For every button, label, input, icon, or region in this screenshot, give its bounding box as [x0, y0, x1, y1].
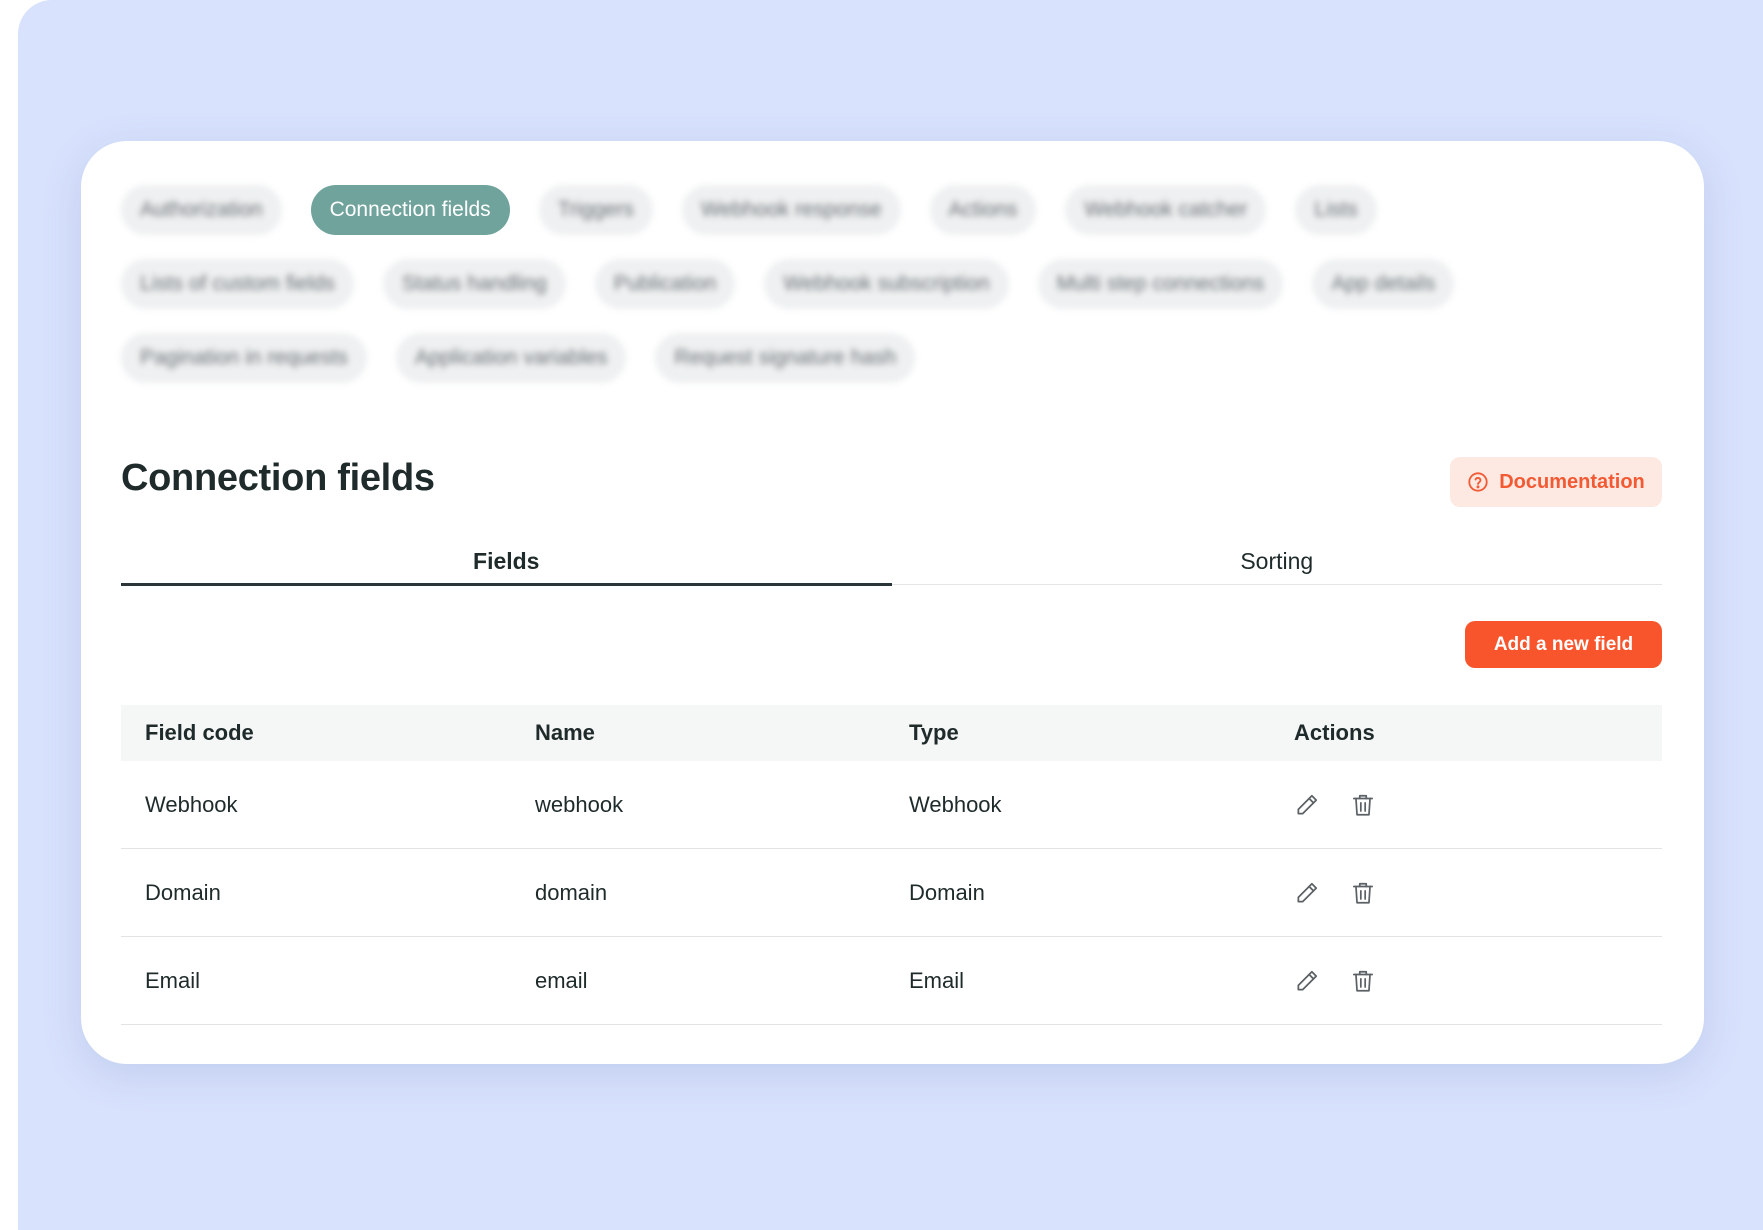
pencil-icon[interactable]: [1294, 968, 1320, 994]
section-pill-publication[interactable]: Publication: [594, 259, 736, 309]
tab-fields[interactable]: Fields: [121, 539, 892, 586]
table-row: Webhook webhook Webhook: [121, 761, 1662, 849]
header-field-code: Field code: [145, 720, 254, 745]
tab-fields-label: Fields: [473, 548, 540, 574]
section-pill-pagination[interactable]: Pagination in requests: [121, 333, 367, 383]
header-actions: Actions: [1294, 720, 1375, 745]
trash-icon[interactable]: [1350, 792, 1376, 818]
section-nav-row-3: Pagination in requests Application varia…: [121, 333, 1681, 383]
section-nav: Authorization Connection fields Triggers…: [121, 185, 1681, 407]
question-circle-icon: [1467, 471, 1489, 493]
page-title: Connection fields: [121, 457, 435, 499]
section-pill-status-handling[interactable]: Status handling: [382, 259, 566, 309]
section-pill-authorization[interactable]: Authorization: [121, 185, 282, 235]
section-nav-row-1: Authorization Connection fields Triggers…: [121, 185, 1681, 235]
section-pill-webhook-response[interactable]: Webhook response: [681, 185, 901, 235]
cell-name: webhook: [535, 791, 624, 817]
table-header: Field code Name Type Actions: [121, 705, 1662, 761]
fields-table: Field code Name Type Actions Webhook web…: [121, 705, 1662, 1025]
cell-field-code: Email: [145, 967, 201, 993]
active-tab-indicator: [121, 583, 892, 586]
cell-actions: [1290, 880, 1662, 906]
documentation-label: Documentation: [1499, 470, 1645, 493]
section-pill-multi-step-connections[interactable]: Multi step connections: [1037, 259, 1284, 309]
section-pill-webhook-catcher[interactable]: Webhook catcher: [1065, 185, 1267, 235]
trash-icon[interactable]: [1350, 880, 1376, 906]
pencil-icon[interactable]: [1294, 792, 1320, 818]
section-pill-connection-fields[interactable]: Connection fields: [310, 185, 510, 235]
cell-field-code: Domain: [145, 879, 221, 905]
cell-field-code: Webhook: [145, 791, 238, 817]
main-card: Authorization Connection fields Triggers…: [81, 141, 1704, 1064]
cell-type: Domain: [909, 879, 985, 905]
cell-name: domain: [535, 879, 608, 905]
add-new-field-button[interactable]: Add a new field: [1465, 621, 1662, 668]
cell-actions: [1290, 968, 1662, 994]
cell-type: Webhook: [909, 791, 1002, 817]
cell-type: Email: [909, 967, 965, 993]
header-type: Type: [909, 720, 959, 745]
section-pill-actions[interactable]: Actions: [929, 185, 1037, 235]
table-row: Domain domain Domain: [121, 849, 1662, 937]
documentation-button[interactable]: Documentation: [1450, 457, 1662, 507]
section-pill-request-signature-hash[interactable]: Request signature hash: [655, 333, 916, 383]
section-pill-triggers[interactable]: Triggers: [538, 185, 653, 235]
section-pill-app-details[interactable]: App details: [1312, 259, 1455, 309]
trash-icon[interactable]: [1350, 968, 1376, 994]
section-pill-lists-of-custom-fields[interactable]: Lists of custom fields: [121, 259, 354, 309]
tab-bar: Fields Sorting: [121, 539, 1663, 586]
pencil-icon[interactable]: [1294, 880, 1320, 906]
tab-sorting-label: Sorting: [1240, 548, 1314, 574]
table-row: Email email Email: [121, 937, 1662, 1025]
section-nav-row-2: Lists of custom fields Status handling P…: [121, 259, 1681, 309]
section-pill-lists[interactable]: Lists: [1295, 185, 1377, 235]
header-name: Name: [535, 720, 595, 745]
cell-actions: [1290, 792, 1662, 818]
tab-sorting[interactable]: Sorting: [892, 539, 1663, 585]
cell-name: email: [535, 967, 588, 993]
section-pill-webhook-subscription[interactable]: Webhook subscription: [764, 259, 1009, 309]
section-pill-application-variables[interactable]: Application variables: [395, 333, 627, 383]
